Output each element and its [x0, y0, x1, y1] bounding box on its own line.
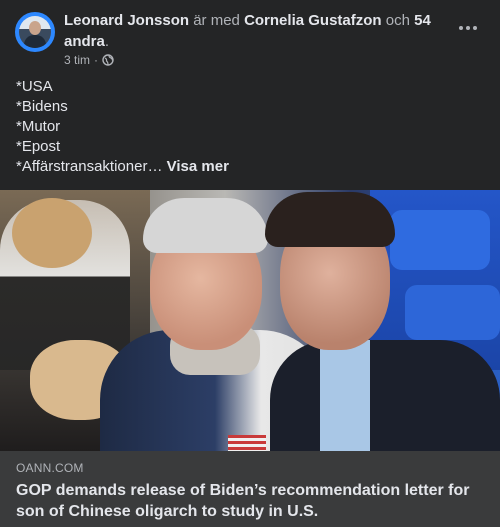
post-timestamp[interactable]: 3 tim — [64, 53, 90, 67]
image-man-right-suit — [270, 340, 500, 451]
image-flag-patch — [228, 435, 266, 451]
meta-separator: · — [94, 53, 99, 67]
see-more-link[interactable]: Visa mer — [167, 158, 229, 175]
post-text-line: *Bidens — [16, 98, 68, 115]
post-text-line: *USA — [16, 78, 53, 95]
post-header: Leonard Jonsson är med Cornelia Gustafzo… — [64, 10, 434, 52]
link-preview-footer[interactable]: OANN.COM GOP demands release of Biden’s … — [0, 451, 500, 527]
feed-post: Leonard Jonsson är med Cornelia Gustafzo… — [0, 0, 500, 527]
globe-icon[interactable] — [102, 54, 114, 66]
post-text-line: *Affärstransaktioner… — [16, 158, 163, 175]
post-text-last-line: *Affärstransaktioner… Visa mer — [16, 157, 229, 177]
link-title[interactable]: GOP demands release of Biden’s recommend… — [16, 480, 486, 522]
link-domain: OANN.COM — [16, 461, 84, 475]
more-dot — [466, 26, 470, 30]
image-crowd-head — [12, 198, 92, 268]
tagged-person-link[interactable]: Cornelia Gustafzon — [244, 12, 382, 29]
post-meta: 3 tim · — [64, 53, 114, 67]
author-avatar[interactable] — [15, 12, 55, 52]
period: . — [104, 33, 110, 50]
link-preview-image[interactable] — [0, 190, 500, 451]
image-man-right-shirt — [320, 340, 370, 451]
and-text: och — [385, 12, 410, 29]
image-man-right-hair — [265, 192, 395, 247]
more-dot — [473, 26, 477, 30]
post-text: *USA *Bidens *Mutor *Epost *Affärstransa… — [16, 77, 229, 177]
more-options-button[interactable] — [456, 18, 480, 38]
post-text-line: *Mutor — [16, 118, 61, 135]
post-text-line: *Epost — [16, 138, 61, 155]
author-name[interactable]: Leonard Jonsson — [64, 12, 189, 29]
avatar-image — [19, 16, 51, 48]
image-man-left-hair — [143, 198, 268, 253]
with-text: är med — [193, 12, 240, 29]
more-dots-icon — [459, 26, 463, 30]
